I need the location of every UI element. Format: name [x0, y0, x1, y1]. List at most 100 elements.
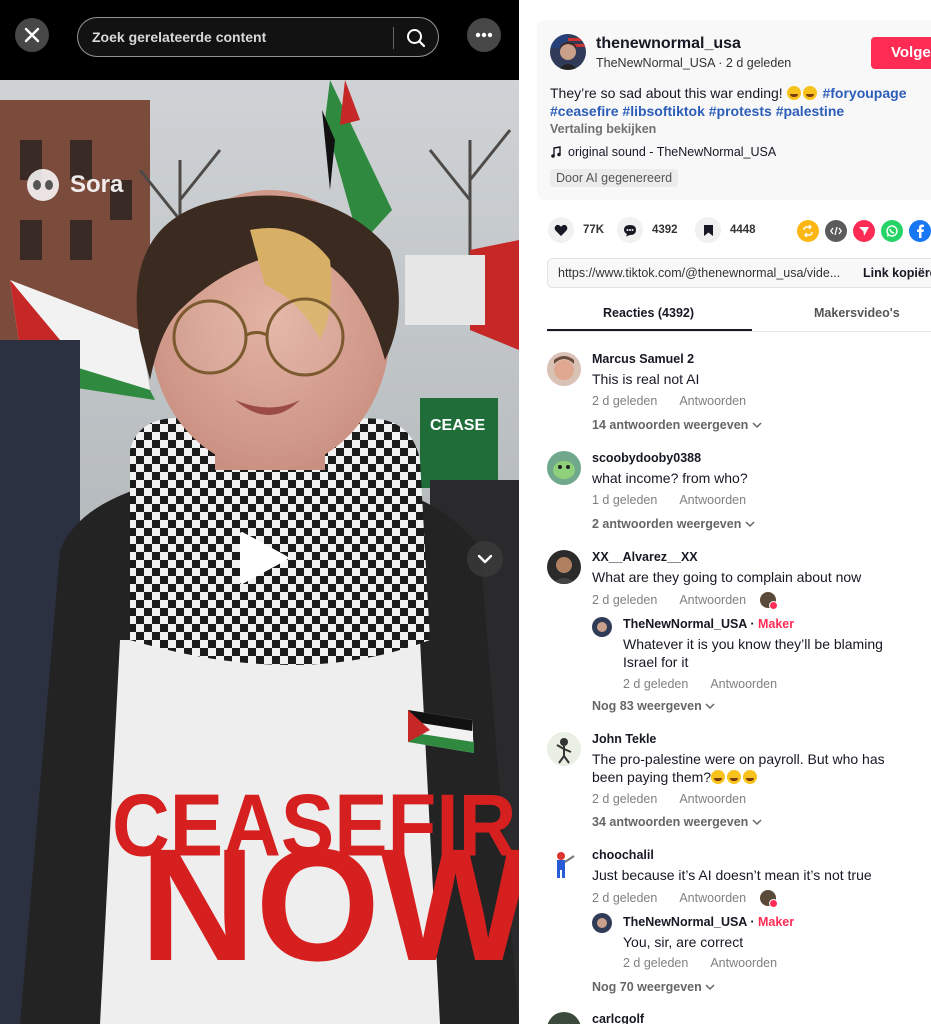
reply-button[interactable]: Antwoorden	[679, 394, 746, 408]
related-search-field[interactable]: Zoek gerelateerde content	[77, 17, 439, 57]
see-translation-link[interactable]: Vertaling bekijken	[550, 122, 656, 136]
rofl-emoji-icon	[786, 86, 801, 100]
comment-time: 1 d geleden	[592, 493, 658, 507]
hashtag-link[interactable]: #ceasefire	[550, 103, 619, 119]
reply-button[interactable]: Antwoorden	[679, 593, 746, 607]
sound-name: original sound - TheNewNormal_USA	[568, 145, 777, 159]
comment-meta: 2 d geleden Antwoorden	[592, 592, 779, 610]
ai-generated-label: Door AI gegenereerd	[550, 169, 679, 187]
reply-button[interactable]: Antwoorden	[679, 891, 746, 905]
commenter-avatar[interactable]	[547, 1012, 581, 1024]
creator-username[interactable]: thenewnormal_usa	[596, 35, 741, 53]
comment-item: choochalil Just because it’s AI doesn’t …	[547, 848, 927, 998]
save-count: 4448	[730, 224, 756, 236]
view-replies-label: 14 antwoorden weergeven	[592, 418, 749, 432]
bookmark-icon	[695, 217, 721, 243]
comment-item: John Tekle The pro-palestine were on pay…	[547, 732, 927, 832]
laughing-emoji-icon	[727, 770, 742, 784]
follow-button[interactable]: Volger	[871, 37, 931, 69]
sora-logo-icon	[27, 169, 59, 201]
view-more-replies-button[interactable]: Nog 70 weergeven	[592, 980, 715, 994]
comment-item: scoobydooby0388 what income? from who? 1…	[547, 451, 927, 541]
hashtag-link[interactable]: #libsoftiktok	[622, 103, 704, 119]
view-replies-button[interactable]: 34 antwoorden weergeven	[592, 815, 762, 829]
reply-author-name[interactable]: TheNewNormal_USA	[623, 617, 747, 631]
next-video-button[interactable]	[467, 541, 503, 577]
background-sign-text: CEASE	[430, 417, 485, 434]
creator-subtitle: TheNewNormal_USA · 2 d geleden	[596, 56, 792, 70]
comment-time: 2 d geleden	[592, 792, 658, 806]
commenter-avatar[interactable]	[547, 352, 581, 386]
commenter-name[interactable]: choochalil	[592, 848, 654, 862]
description-text: They’re so sad about this war ending!	[550, 85, 787, 101]
creator-liked-badge	[760, 890, 779, 908]
creator-liked-badge	[760, 592, 779, 610]
active-tab-indicator	[547, 329, 752, 331]
reply-author-name[interactable]: TheNewNormal_USA	[623, 915, 747, 929]
reply-button[interactable]: Antwoorden	[679, 792, 746, 806]
action-bar: 77K 4392 4448	[548, 217, 931, 243]
comment-text: The pro-palestine were on payroll. But w…	[592, 750, 902, 786]
reply-time: 2 d geleden	[623, 677, 689, 691]
share-link-url[interactable]: https://www.tiktok.com/@thenewnormal_usa…	[558, 266, 848, 280]
comment-bubble-icon	[617, 217, 643, 243]
view-more-label: Nog 70 weergeven	[592, 980, 702, 994]
video-player[interactable]: CEASE CEASEFIRE	[0, 0, 519, 1024]
comment-time: 2 d geleden	[592, 394, 658, 408]
chevron-down-icon	[752, 819, 762, 826]
reply-button[interactable]: Antwoorden	[679, 493, 746, 507]
repost-icon[interactable]	[797, 220, 819, 242]
send-to-friends-icon[interactable]	[853, 220, 875, 242]
reply-author-avatar[interactable]	[592, 913, 612, 933]
reply-meta: 2 d geleden Antwoorden	[623, 956, 777, 970]
facebook-icon[interactable]	[909, 220, 931, 242]
commenter-avatar[interactable]	[547, 451, 581, 485]
comment-time: 2 d geleden	[592, 891, 658, 905]
more-options-button[interactable]	[467, 18, 501, 52]
commenter-avatar[interactable]	[547, 732, 581, 766]
comment-item: carlcgolf	[547, 1012, 927, 1024]
sound-link[interactable]: original sound - TheNewNormal_USA	[550, 145, 776, 159]
reply-text: Whatever it is you know they’ll be blami…	[623, 636, 883, 670]
view-more-replies-button[interactable]: Nog 83 weergeven	[592, 699, 715, 713]
comment-item: Marcus Samuel 2 This is real not AI 2 d …	[547, 352, 927, 442]
view-replies-button[interactable]: 14 antwoorden weergeven	[592, 418, 762, 432]
hashtag-link[interactable]: #protests	[709, 103, 772, 119]
close-button[interactable]	[15, 18, 49, 52]
chevron-down-icon	[752, 422, 762, 429]
comment-text: What are they going to complain about no…	[592, 569, 862, 585]
save-button[interactable]: 4448	[695, 217, 756, 243]
commenter-name[interactable]: carlcgolf	[592, 1012, 644, 1024]
close-icon	[24, 27, 40, 43]
play-icon[interactable]	[236, 530, 292, 586]
commenter-avatar[interactable]	[547, 848, 581, 882]
sora-watermark-text: Sora	[70, 171, 124, 198]
hashtag-link[interactable]: #palestine	[776, 103, 844, 119]
search-icon[interactable]	[405, 27, 427, 49]
like-button[interactable]: 77K	[548, 217, 604, 243]
comment-tabs: Reacties (4392) Makersvideo's	[547, 298, 931, 332]
commenter-name[interactable]: scoobydooby0388	[592, 451, 701, 465]
commenter-name[interactable]: Marcus Samuel 2	[592, 352, 694, 366]
copy-link-button[interactable]: Link kopiëre	[863, 266, 931, 280]
comment-button[interactable]: 4392	[617, 217, 678, 243]
reply-button[interactable]: Antwoorden	[710, 956, 777, 970]
music-note-icon	[551, 146, 561, 158]
whatsapp-icon[interactable]	[881, 220, 903, 242]
reply-author-avatar[interactable]	[592, 617, 612, 637]
reply-text: You, sir, are correct	[623, 934, 744, 950]
creator-avatar-image	[550, 34, 586, 70]
commenter-name[interactable]: John Tekle	[592, 732, 656, 746]
search-placeholder: Zoek gerelateerde content	[92, 29, 267, 45]
creator-avatar[interactable]	[550, 34, 586, 70]
hashtag-link[interactable]: #foryoupage	[822, 85, 906, 101]
comment-text: This is real not AI	[592, 371, 700, 387]
tab-creator-videos[interactable]: Makersvideo's	[814, 306, 900, 320]
reply-button[interactable]: Antwoorden	[710, 677, 777, 691]
commenter-name[interactable]: XX__Alvarez__XX	[592, 550, 698, 564]
commenter-avatar[interactable]	[547, 550, 581, 584]
tab-comments[interactable]: Reacties (4392)	[603, 306, 694, 320]
view-replies-button[interactable]: 2 antwoorden weergeven	[592, 517, 755, 531]
reply-time: 2 d geleden	[623, 956, 689, 970]
embed-code-icon[interactable]	[825, 220, 847, 242]
